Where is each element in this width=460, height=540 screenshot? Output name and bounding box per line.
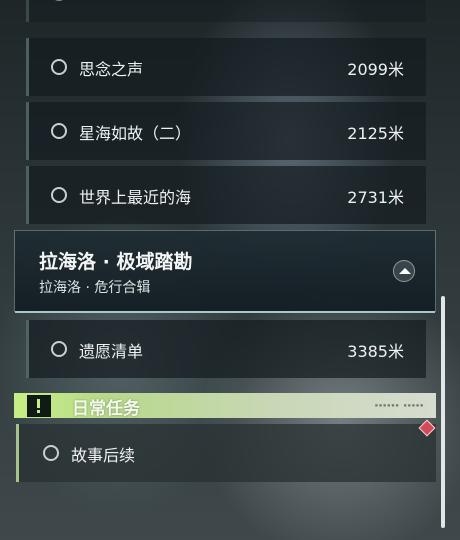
- quest-row[interactable]: 世界上最近的海 2731米: [26, 166, 426, 224]
- scrollbar-thumb[interactable]: [441, 296, 445, 528]
- daily-quests-header[interactable]: 日常任务 ▪▪▪▪▪▪ ▪▪▪▪▪: [14, 393, 436, 419]
- circle-outline-icon: [51, 59, 67, 75]
- quest-row[interactable]: 思念之声 2099米: [26, 38, 426, 96]
- region-section-header[interactable]: 拉海洛 · 极域踏勘 拉海洛 · 危行合辑: [14, 230, 436, 313]
- circle-outline-icon: [51, 123, 67, 139]
- section-title: 拉海洛 · 极域踏勘: [39, 251, 193, 273]
- circle-outline-icon: [51, 187, 67, 203]
- daily-quests-label: 日常任务: [72, 399, 140, 419]
- quest-row-cutoff[interactable]: [26, 0, 426, 22]
- quest-distance: 2125米: [347, 124, 404, 143]
- quest-row[interactable]: 遗愿清单 3385米: [26, 320, 426, 378]
- decorative-pattern: ▪▪▪▪▪▪ ▪▪▪▪▪: [374, 402, 424, 409]
- quest-list-panel: 思念之声 2099米 星海如故（二） 2125米 世界上最近的海 2731米 拉…: [0, 0, 460, 540]
- quest-distance: 2731米: [347, 188, 404, 207]
- quest-name: 星海如故（二）: [79, 124, 192, 143]
- quest-distance: 2099米: [347, 60, 404, 79]
- quest-name: 思念之声: [79, 60, 144, 79]
- quest-name: 故事后续: [71, 446, 136, 465]
- quest-distance: 3385米: [347, 342, 404, 361]
- quest-name: 世界上最近的海: [79, 188, 192, 207]
- section-subtitle: 拉海洛 · 危行合辑: [39, 280, 151, 296]
- quest-row[interactable]: 星海如故（二） 2125米: [26, 102, 426, 160]
- circle-outline-icon: [51, 0, 67, 1]
- chevron-up-icon[interactable]: [393, 260, 415, 282]
- daily-quest-row[interactable]: 故事后续: [16, 424, 436, 482]
- exclamation-icon: [27, 395, 51, 417]
- quest-name: 遗愿清单: [79, 342, 144, 361]
- circle-outline-icon: [51, 341, 67, 357]
- circle-outline-icon: [43, 445, 59, 461]
